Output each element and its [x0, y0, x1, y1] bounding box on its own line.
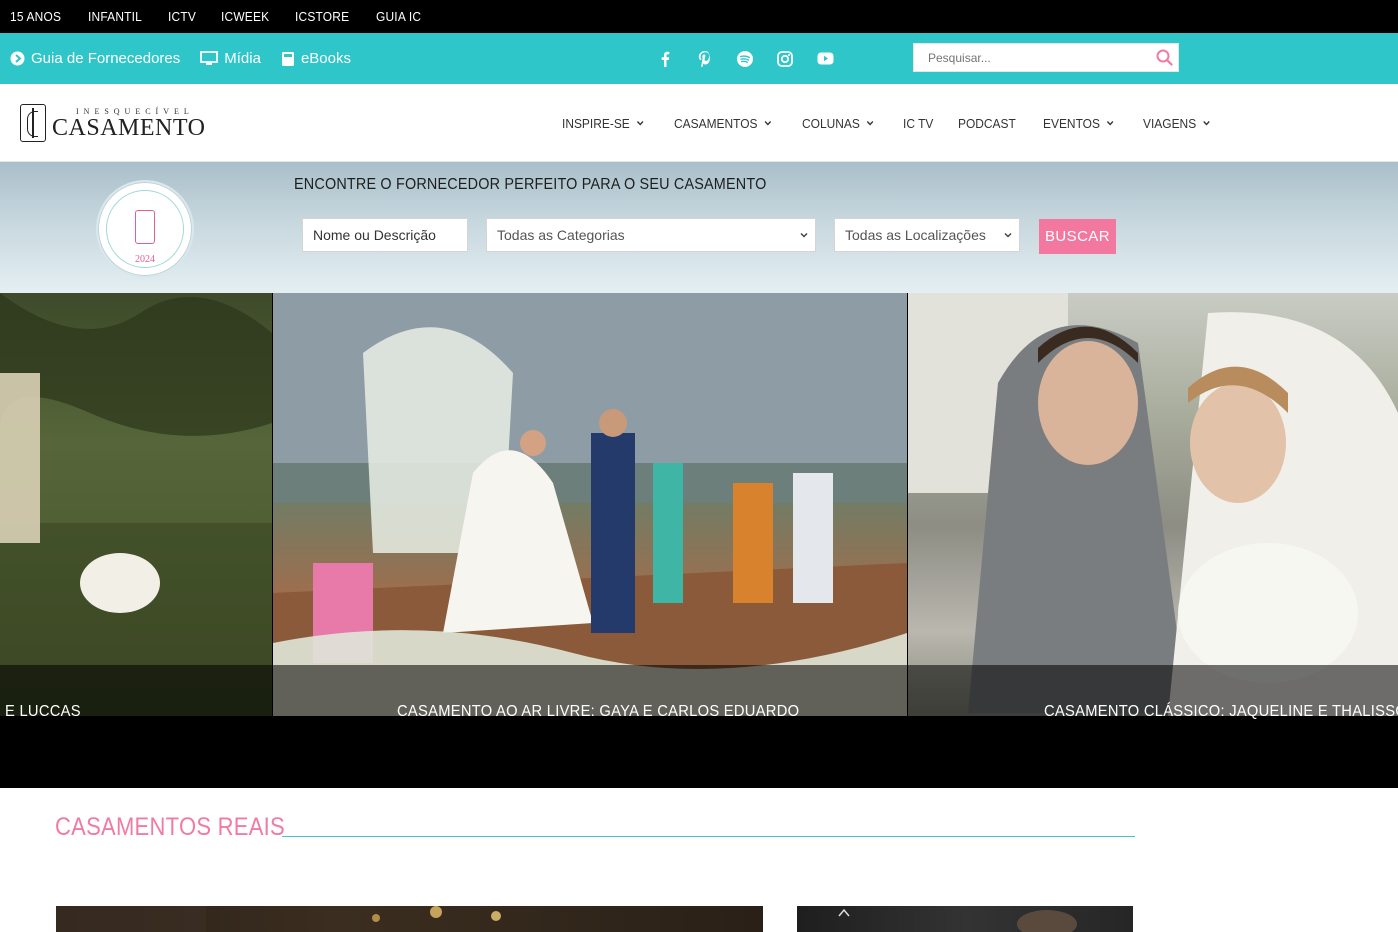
guia-fornecedores-label: Guia de Fornecedores — [31, 50, 181, 67]
featured-carousel: E LUCCAS CASAMENTO AO AR LIVRE: GAYA E C… — [0, 293, 1398, 788]
chevron-down-icon — [867, 120, 874, 126]
nav-eventos[interactable]: EVENTOS — [1043, 116, 1115, 131]
book-icon — [281, 51, 295, 67]
main-nav: INSPIRE-SE CASAMENTOS COLUNAS IC TV PODC… — [562, 84, 1239, 162]
top-link-icweek[interactable]: ICWEEK — [221, 9, 269, 24]
section-title: CASAMENTOS REAIS — [55, 813, 285, 841]
top-link-icstore[interactable]: ICSTORE — [295, 9, 349, 24]
youtube-icon[interactable] — [816, 50, 834, 68]
post-card-image[interactable] — [797, 906, 1133, 932]
ebooks-link[interactable]: eBooks — [281, 50, 351, 67]
nav-ic-tv[interactable]: IC TV — [903, 116, 933, 131]
carousel-caption[interactable]: E LUCCAS — [5, 703, 81, 721]
top-links-bar: 15 ANOS INFANTIL ICTV ICWEEK ICSTORE GUI… — [0, 0, 1398, 33]
section-divider — [282, 836, 1135, 837]
instagram-icon[interactable] — [776, 50, 794, 68]
carousel-slide-photo[interactable] — [273, 293, 907, 716]
location-select[interactable]: Todas as Localizações — [834, 218, 1020, 252]
nav-label: VIAGENS — [1143, 115, 1197, 131]
main-header: INESQUECÍVEL CASAMENTO INSPIRE-SE CASAME… — [0, 84, 1398, 162]
fornecedor-inesquecivel-seal: 2024 — [96, 180, 194, 278]
guia-fornecedores-link[interactable]: Guia de Fornecedores — [10, 50, 180, 67]
monitor-icon — [200, 51, 219, 66]
chevron-down-icon — [800, 232, 808, 238]
carousel-caption[interactable]: CASAMENTO AO AR LIVRE: GAYA E CARLOS EDU… — [397, 703, 799, 721]
nav-inspire-se[interactable]: INSPIRE-SE — [562, 116, 645, 131]
chevron-down-icon — [1004, 232, 1012, 238]
nav-viagens[interactable]: VIAGENS — [1143, 116, 1211, 131]
carousel-slide-photo[interactable] — [908, 293, 1398, 716]
pinterest-icon[interactable] — [696, 50, 714, 68]
chevron-down-icon — [636, 120, 644, 126]
top-link-guia-ic[interactable]: GUIA IC — [376, 9, 421, 24]
nav-label: COLUNAS — [802, 115, 861, 131]
midia-link[interactable]: Mídia — [200, 50, 261, 67]
logo-monogram-icon — [20, 104, 46, 142]
site-search-input[interactable] — [914, 44, 1150, 71]
buscar-button[interactable]: BUSCAR — [1039, 219, 1116, 254]
seal-monogram-icon — [135, 210, 155, 244]
nav-podcast[interactable]: PODCAST — [958, 116, 1016, 131]
chevron-down-icon — [1106, 120, 1114, 126]
chevron-down-icon — [764, 120, 771, 126]
seal-year: 2024 — [135, 254, 155, 265]
carousel-caption[interactable]: CASAMENTO CLÁSSICO: JAQUELINE E THALISSO… — [1044, 703, 1398, 721]
top-link-infantil[interactable]: INFANTIL — [88, 9, 142, 24]
carousel-slide-photo[interactable] — [0, 293, 272, 716]
facebook-icon[interactable] — [656, 50, 674, 68]
utility-bar: Guia de Fornecedores Mídia eBooks — [0, 33, 1398, 84]
top-link-15-anos[interactable]: 15 ANOS — [10, 9, 61, 24]
site-search — [913, 43, 1179, 72]
nav-label: CASAMENTOS — [673, 115, 758, 131]
nav-label: PODCAST — [958, 115, 1017, 131]
ebooks-label: eBooks — [300, 50, 351, 67]
nav-label: EVENTOS — [1043, 115, 1101, 131]
category-select[interactable]: Todas as Categorias — [486, 218, 816, 252]
location-select-value: Todas as Localizações — [845, 227, 986, 243]
logo-wordmark: CASAMENTO — [52, 114, 206, 141]
nav-casamentos[interactable]: CASAMENTOS — [674, 116, 772, 131]
chevron-down-icon — [1203, 120, 1210, 126]
nav-label: IC TV — [903, 115, 934, 131]
midia-label: Mídia — [224, 50, 261, 67]
site-logo[interactable]: INESQUECÍVEL CASAMENTO — [20, 103, 210, 143]
supplier-name-input[interactable]: Nome ou Descrição — [302, 218, 468, 252]
supplier-search-band: 2024 ENCONTRE O FORNECEDOR PERFEITO PARA… — [0, 162, 1398, 293]
circle-arrow-icon — [10, 51, 25, 66]
top-link-ictv[interactable]: ICTV — [168, 9, 196, 24]
category-select-value: Todas as Categorias — [497, 227, 625, 243]
nav-label: INSPIRE-SE — [562, 115, 630, 131]
search-icon[interactable] — [1150, 44, 1178, 72]
supplier-search-title: ENCONTRE O FORNECEDOR PERFEITO PARA O SE… — [294, 176, 767, 193]
nav-colunas[interactable]: COLUNAS — [802, 116, 875, 131]
post-card-image[interactable] — [56, 906, 763, 932]
spotify-icon[interactable] — [736, 50, 754, 68]
